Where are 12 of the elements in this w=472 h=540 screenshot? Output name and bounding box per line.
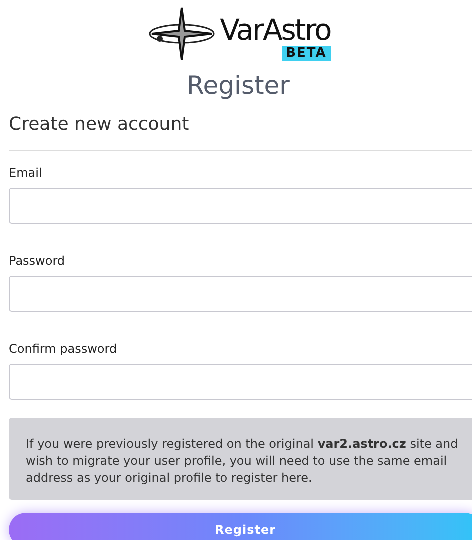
input-field[interactable] (9, 188, 472, 224)
logo-wordmark: VarAstro (220, 14, 331, 46)
input-field[interactable] (9, 364, 472, 400)
field-label: Password (9, 253, 66, 269)
beta-badge: BETA (282, 46, 331, 61)
input-field[interactable] (9, 276, 472, 312)
page-title: Register (186, 70, 291, 102)
notice-text: If you were previously registered on the original var2.astro.cz site and wish to migrate your user profile, you will need to use the same email address as your original profile to register here. (9, 418, 472, 500)
field-label: Email (9, 165, 44, 181)
field-label: Confirm password (9, 341, 118, 357)
register-button[interactable]: Register (9, 513, 472, 540)
section-heading: Create new account (9, 113, 190, 137)
